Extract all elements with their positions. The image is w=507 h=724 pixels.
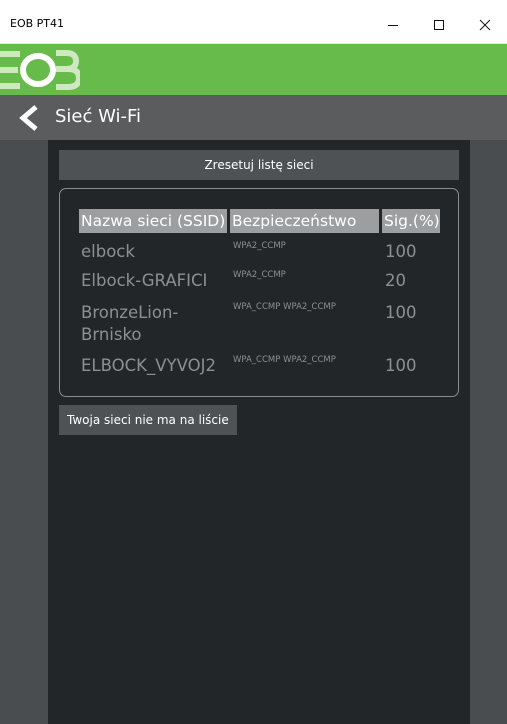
page-title: Sieć Wi-Fi [55,106,142,127]
network-row-security: WPA_CCMP WPA2_CCMP [233,302,336,312]
window-title-bar: EOB PT41 [0,0,507,44]
network-row-signal: 100 [385,303,417,322]
brand-header [0,44,507,95]
network-row-security: WPA2_CCMP [233,241,286,251]
window-title: EOB PT41 [10,17,65,30]
minimize-button[interactable] [370,10,416,40]
left-margin [0,140,48,724]
column-header-ssid: Nazwa sieci (SSID) [79,209,227,233]
network-row-security: WPA_CCMP WPA2_CCMP [233,355,336,365]
network-not-listed-button[interactable]: Twoja sieci nie ma na liście [59,405,237,435]
maximize-icon [434,20,444,30]
nav-bar: Sieć Wi-Fi [0,95,507,140]
column-header-security: Bezpieczeństwo [230,209,379,233]
network-row-signal: 100 [385,242,417,261]
network-row-signal: 100 [385,356,417,375]
close-icon [479,19,491,31]
right-margin [470,140,507,724]
main-content: Zresetuj listę sieci Nazwa sieci (SSID) … [48,140,470,724]
network-row-ssid[interactable]: ELBOCK_VYVOJ2 [81,355,226,377]
network-list-panel: Nazwa sieci (SSID) Bezpieczeństwo Sig.(%… [59,188,459,397]
network-row-ssid[interactable]: BronzeLion-Brnisko [81,302,226,346]
network-row-signal: 20 [385,271,406,290]
reset-network-list-button[interactable]: Zresetuj listę sieci [59,150,459,180]
network-row-security: WPA2_CCMP [233,270,286,280]
chevron-left-icon [19,105,38,131]
eob-logo [0,50,80,90]
minimize-icon [388,25,398,26]
close-button[interactable] [462,10,507,40]
column-header-signal: Sig.(%) [382,209,440,233]
back-button[interactable] [14,104,44,132]
network-row-ssid[interactable]: Elbock-GRAFICI [81,270,226,292]
maximize-button[interactable] [416,10,462,40]
network-row-ssid[interactable]: elbock [81,241,226,263]
